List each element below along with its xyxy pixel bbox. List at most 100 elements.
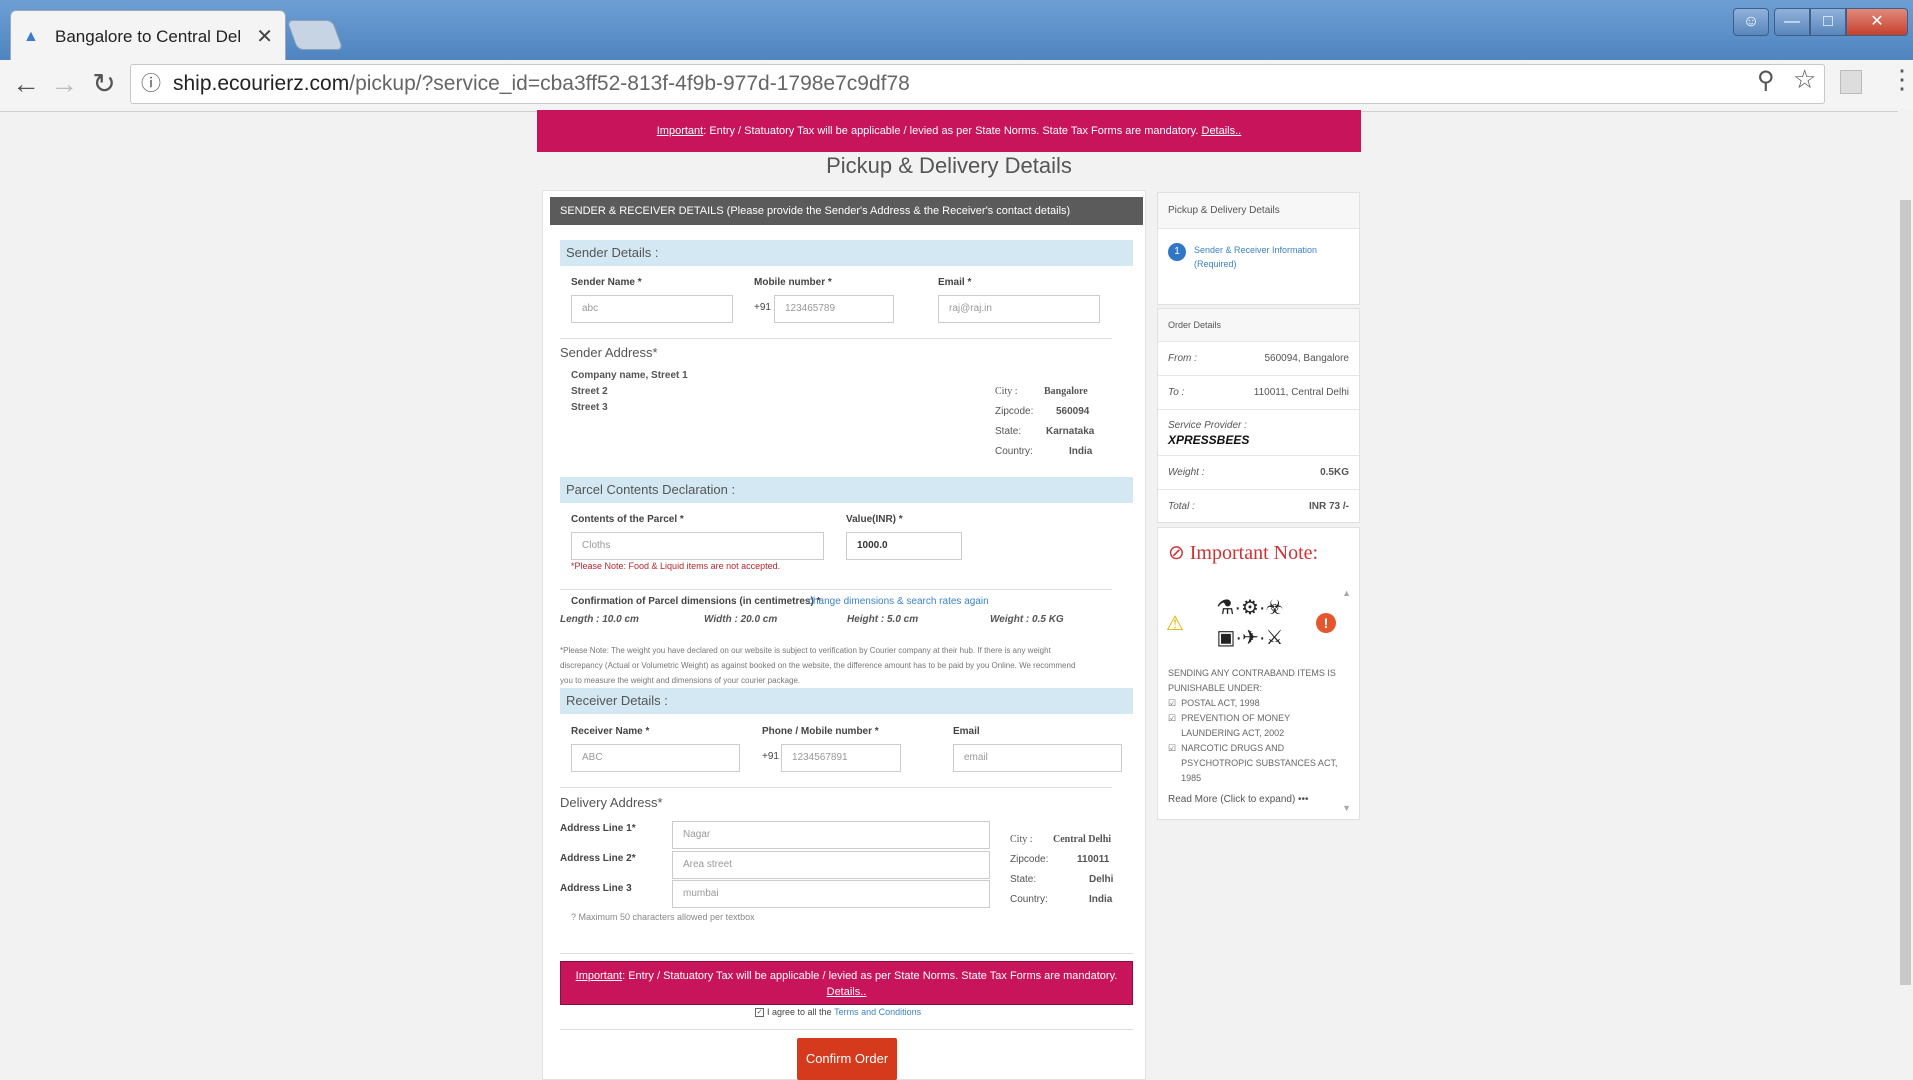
divider <box>560 589 1112 590</box>
receiver-country: India <box>1089 894 1113 905</box>
receiver-state: Delhi <box>1089 874 1114 885</box>
from-label: From : <box>1168 353 1197 364</box>
tax-banner: Important: Entry / Statuatory Tax will b… <box>537 110 1361 152</box>
note-title-row: ⊘ Important Note: <box>1158 528 1359 565</box>
terms-agree-text: I agree to all the <box>767 1007 832 1017</box>
favicon-icon: ▲ <box>23 27 39 45</box>
check-icon: ☑ <box>1168 713 1177 723</box>
order-total-row: Total : INR 73 /- <box>1158 489 1359 523</box>
info-icon[interactable]: ⓘ <box>141 65 161 103</box>
url-host: ship.ecourierz.com <box>173 72 350 95</box>
browser-tab[interactable]: ▲ Bangalore to Central Del ✕ <box>10 10 286 62</box>
sender-name-input[interactable]: abc <box>571 295 733 323</box>
terms-checkbox[interactable]: ✓ <box>755 1007 764 1017</box>
zoom-icon[interactable]: ⚲ <box>1757 66 1775 95</box>
receiver-name-input[interactable]: ABC <box>571 744 740 772</box>
sender-street-1: Company name, Street 1 <box>571 370 688 381</box>
total-value: INR 73 /- <box>1308 501 1349 512</box>
receiver-country-label: Country: <box>1010 894 1048 905</box>
page-title: Pickup & Delivery Details <box>826 153 1072 178</box>
bookmark-star-icon[interactable]: ☆ <box>1793 64 1816 95</box>
sender-country-label: Country: <box>995 446 1033 457</box>
receiver-phone-input[interactable]: 1234567891 <box>781 744 901 772</box>
order-weight-row: Weight : 0.5KG <box>1158 455 1359 489</box>
terms-agree-row: ✓ I agree to all the Terms and Condition… <box>755 1007 921 1017</box>
address-line-1-input[interactable]: Nagar <box>672 821 990 849</box>
reload-icon[interactable]: ↻ <box>84 64 124 104</box>
receiver-city: Central Delhi <box>1053 834 1112 845</box>
maximize-button[interactable]: □ <box>1810 8 1846 36</box>
sender-address-heading: Sender Address* <box>560 345 658 360</box>
act-item: ☑ NARCOTIC DRUGS AND PSYCHOTROPIC SUBSTAN… <box>1168 741 1338 786</box>
prohibited-icon: ⊘ <box>1168 542 1185 564</box>
provider-logo: XPRESSBEES <box>1168 432 1250 447</box>
check-icon: ☑ <box>1168 743 1177 753</box>
scrollbar-thumb[interactable] <box>1900 200 1911 985</box>
sender-city-label: City : <box>995 386 1018 397</box>
parcel-confirm-label: Confirmation of Parcel dimensions (in ce… <box>571 596 821 607</box>
section-header: SENDER & RECEIVER DETAILS (Please provid… <box>550 197 1143 225</box>
from-value: 560094, Bangalore <box>1264 353 1349 364</box>
sender-email-input[interactable]: raj@raj.in <box>938 295 1100 323</box>
bottom-banner-text: : Entry / Statuatory Tax will be applica… <box>622 970 1118 982</box>
minimize-button[interactable]: — <box>1774 8 1810 36</box>
sender-mobile-label: Mobile number * <box>754 277 832 288</box>
order-from-row: From : 560094, Bangalore <box>1158 341 1359 375</box>
forward-icon[interactable]: → <box>44 64 84 104</box>
sender-city: Bangalore <box>1044 386 1088 397</box>
note-scroll-up-icon[interactable]: ▲ <box>1342 588 1351 598</box>
address-line-2-input[interactable]: Area street <box>672 851 990 879</box>
back-icon[interactable]: ← <box>6 64 46 104</box>
parcel-weight: Weight : 0.5 KG <box>990 614 1064 625</box>
provider-row: Service Provider : XPRESSBEES <box>1158 409 1359 455</box>
note-intro: SENDING ANY CONTRABAND ITEMS IS PUNISHAB… <box>1168 668 1336 693</box>
address-line-3-input[interactable]: mumbai <box>672 880 990 908</box>
url-path: /pickup/?service_id=cba3ff52-813f-4f9b-9… <box>349 72 910 95</box>
menu-icon[interactable]: ⋮ <box>1889 64 1913 95</box>
parcel-contents-input[interactable]: Cloths <box>571 532 824 560</box>
receiver-state-label: State: <box>1010 874 1037 885</box>
weight-label: Weight : <box>1168 467 1205 478</box>
receiver-city-label: City : <box>1010 834 1033 845</box>
sender-mobile-input[interactable]: 123465789 <box>774 295 894 323</box>
terms-link[interactable]: Terms and Conditions <box>834 1007 921 1017</box>
sender-prefix: +91 <box>754 302 771 313</box>
delivery-address-heading: Delivery Address* <box>560 795 663 810</box>
warning-icon: ⚠ <box>1166 612 1184 635</box>
bottom-banner-important[interactable]: Important <box>576 970 622 982</box>
note-title: Important Note: <box>1189 542 1319 564</box>
confirm-order-button[interactable]: Confirm Order <box>797 1038 897 1080</box>
tab-title: Bangalore to Central Del <box>55 26 242 46</box>
address-line-1-label: Address Line 1* <box>560 823 636 834</box>
steps-title: Pickup & Delivery Details <box>1158 193 1359 229</box>
max-characters-note: ? Maximum 50 characters allowed per text… <box>571 912 755 922</box>
address-bar[interactable]: ⓘ ship.ecourierz.com/pickup/?service_id=… <box>130 64 1825 104</box>
divider <box>560 338 1112 339</box>
prohibited-items-icon: ⚗·⚙·☣ ▣·✈·⚔ <box>1216 597 1284 649</box>
note-body: SENDING ANY CONTRABAND ITEMS IS PUNISHAB… <box>1168 666 1338 807</box>
parcel-contents-label: Contents of the Parcel * <box>571 514 684 525</box>
extension-icon[interactable] <box>1840 70 1862 94</box>
sender-state: Karnataka <box>1046 426 1095 437</box>
bottom-banner-details-link[interactable]: Details.. <box>827 986 867 998</box>
change-dimensions-link[interactable]: change dimensions & search rates again <box>808 596 989 607</box>
note-scroll-down-icon[interactable]: ▼ <box>1342 803 1351 813</box>
receiver-phone-label: Phone / Mobile number * <box>762 726 879 737</box>
bottom-tax-banner: Important: Entry / Statuatory Tax will b… <box>560 961 1133 1005</box>
sender-zip-label: Zipcode: <box>995 406 1034 417</box>
important-note-box: ⊘ Important Note: ⚠ ⚗·⚙·☣ ▣·✈·⚔ ! SENDING… <box>1157 527 1360 820</box>
parcel-value-input[interactable]: 1000.0 <box>846 532 962 560</box>
read-more-link[interactable]: Read More (Click to expand) ••• <box>1168 792 1338 807</box>
user-icon[interactable]: ☺ <box>1733 8 1769 36</box>
banner-important[interactable]: Important <box>657 125 703 137</box>
receiver-email-input[interactable]: email <box>953 744 1122 772</box>
act-item: ☑ PREVENTION OF MONEY LAUNDERING ACT, 200… <box>1168 711 1338 741</box>
sender-street-3: Street 3 <box>571 402 608 413</box>
banner-text: : Entry / Statuatory Tax will be applica… <box>703 125 1199 137</box>
banner-details-link[interactable]: Details.. <box>1202 125 1242 137</box>
close-tab-icon[interactable]: ✕ <box>256 24 273 49</box>
info-alert-icon: ! <box>1315 613 1336 633</box>
sender-heading: Sender Details : <box>560 240 1133 266</box>
close-window-button[interactable]: ✕ <box>1846 8 1908 36</box>
step-item[interactable]: 1 Sender & Receiver Information (Require… <box>1158 229 1359 285</box>
